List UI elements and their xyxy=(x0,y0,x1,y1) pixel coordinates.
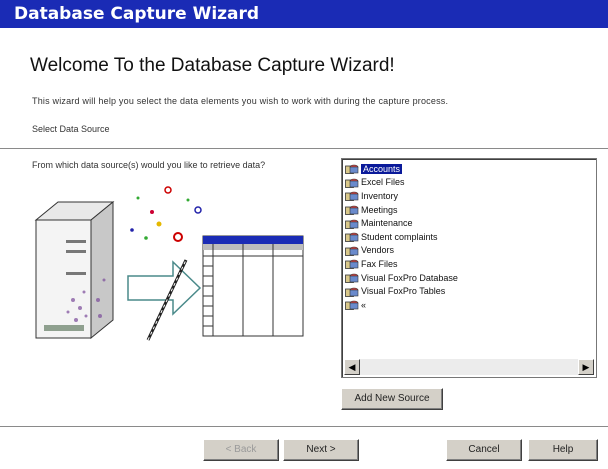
intro-text: This wizard will help you select the dat… xyxy=(32,96,449,106)
data-source-item[interactable]: Vendors xyxy=(345,244,593,258)
data-source-list[interactable]: Accounts Excel Files Inventory Meetings Main… xyxy=(341,158,597,378)
data-source-label: Excel Files xyxy=(361,177,405,188)
data-source-item[interactable]: Accounts xyxy=(345,162,593,176)
cancel-button[interactable]: Cancel xyxy=(446,439,522,461)
section-label: Select Data Source xyxy=(32,124,110,134)
database-icon xyxy=(345,231,359,243)
data-source-label: Inventory xyxy=(361,190,399,201)
next-button[interactable]: Next > xyxy=(283,439,359,461)
data-source-item[interactable]: Maintenance xyxy=(345,216,593,230)
left-arrow-icon[interactable]: ◀ xyxy=(344,359,360,375)
back-button[interactable]: < Back xyxy=(203,439,279,461)
server-icon xyxy=(34,200,115,340)
source-prompt: From which data source(s) would you like… xyxy=(32,160,266,170)
data-source-label: Vendors xyxy=(361,245,395,256)
data-source-item[interactable]: Fax Files xyxy=(345,257,593,271)
database-icon xyxy=(345,204,359,215)
database-icon xyxy=(345,272,359,283)
data-source-label: Maintenance xyxy=(361,218,413,229)
data-source-item[interactable]: Student complaints xyxy=(345,230,593,244)
database-icon xyxy=(345,190,359,202)
data-source-item[interactable]: Visual FoxPro Tables xyxy=(345,284,593,298)
data-source-item[interactable]: « xyxy=(345,298,593,312)
help-button[interactable]: Help xyxy=(528,439,598,461)
add-new-source-button[interactable]: Add New Source xyxy=(341,388,443,410)
data-source-label: « xyxy=(361,299,367,310)
server-to-table-illustration xyxy=(34,186,304,341)
scroll-track[interactable] xyxy=(360,359,578,375)
data-source-label: Fax Files xyxy=(361,258,398,269)
data-source-label: Student complaints xyxy=(361,231,438,242)
data-source-label: Accounts xyxy=(361,163,403,174)
data-source-item[interactable]: Meetings xyxy=(345,203,593,217)
database-icon xyxy=(345,163,359,175)
database-icon xyxy=(345,286,359,297)
right-arrow-icon[interactable]: ▶ xyxy=(578,359,594,375)
data-source-item[interactable]: Excel Files xyxy=(345,176,593,190)
database-icon xyxy=(345,258,359,270)
horizontal-scrollbar[interactable]: ◀ ▶ xyxy=(344,359,594,375)
data-source-label: Visual FoxPro Database xyxy=(361,272,458,283)
data-source-label: Meetings xyxy=(361,204,398,215)
data-source-item[interactable]: Inventory xyxy=(345,189,593,203)
database-icon xyxy=(345,299,359,311)
data-source-items[interactable]: Accounts Excel Files Inventory Meetings Main… xyxy=(345,162,593,357)
table-icon xyxy=(202,235,304,337)
database-icon xyxy=(345,245,359,256)
database-icon xyxy=(345,177,359,188)
welcome-headline: Welcome To the Database Capture Wizard! xyxy=(30,55,395,76)
data-source-item[interactable]: Visual FoxPro Database xyxy=(345,271,593,285)
divider-top xyxy=(0,148,608,150)
window-title: Database Capture Wizard xyxy=(0,0,608,28)
database-icon xyxy=(345,218,359,229)
data-particles xyxy=(130,186,202,242)
divider-bottom xyxy=(0,426,608,428)
data-source-label: Visual FoxPro Tables xyxy=(361,286,446,297)
